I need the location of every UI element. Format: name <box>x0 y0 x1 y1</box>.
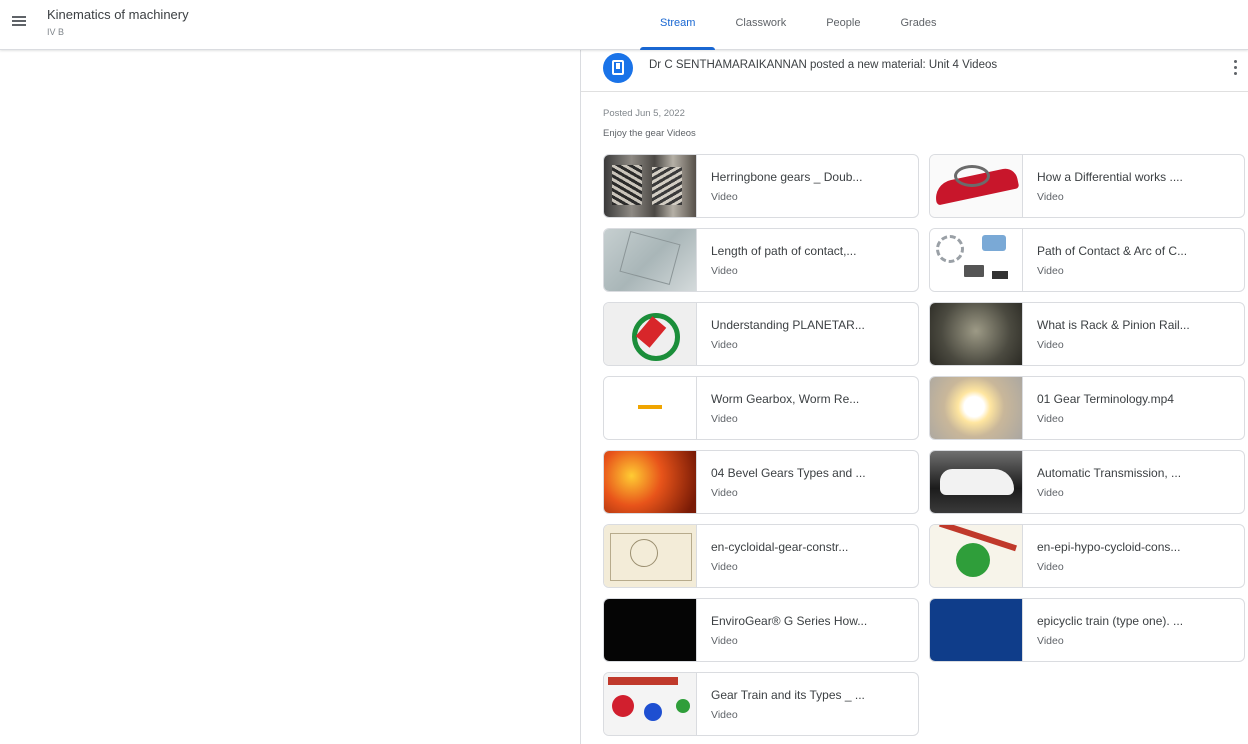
video-thumbnail <box>604 599 697 661</box>
material-title: Gear Train and its Types _ ... <box>711 688 865 702</box>
material-type: Video <box>711 709 738 721</box>
main-menu-icon[interactable] <box>8 10 30 32</box>
material-title: How a Differential works .... <box>1037 170 1183 184</box>
materials-grid: Herringbone gears _ Doub... Video How a D… <box>603 154 1245 738</box>
material-card[interactable]: Length of path of contact,... Video <box>603 228 919 292</box>
video-thumbnail <box>604 525 697 587</box>
material-title: 01 Gear Terminology.mp4 <box>1037 392 1174 406</box>
material-title: Herringbone gears _ Doub... <box>711 170 863 184</box>
material-type: Video <box>711 339 738 351</box>
material-type: Video <box>711 561 738 573</box>
video-thumbnail <box>930 451 1023 513</box>
material-icon <box>603 53 633 83</box>
material-title: Understanding PLANETAR... <box>711 318 865 332</box>
material-type: Video <box>1037 265 1064 277</box>
material-title: epicyclic train (type one). ... <box>1037 614 1184 628</box>
material-type: Video <box>711 487 738 499</box>
video-thumbnail <box>604 303 697 365</box>
video-thumbnail <box>604 377 697 439</box>
material-type: Video <box>711 413 738 425</box>
material-type: Video <box>1037 413 1064 425</box>
material-card[interactable]: 01 Gear Terminology.mp4 Video <box>929 376 1245 440</box>
video-thumbnail <box>604 451 697 513</box>
material-title: Automatic Transmission, ... <box>1037 466 1182 480</box>
material-card[interactable]: Worm Gearbox, Worm Re... Video <box>603 376 919 440</box>
video-thumbnail <box>930 155 1023 217</box>
material-type: Video <box>711 635 738 647</box>
class-section: IV B <box>47 27 65 37</box>
material-card[interactable]: en-cycloidal-gear-constr... Video <box>603 524 919 588</box>
video-thumbnail <box>930 377 1023 439</box>
material-title: Path of Contact & Arc of C... <box>1037 244 1188 258</box>
material-title: Worm Gearbox, Worm Re... <box>711 392 860 406</box>
video-thumbnail <box>930 303 1023 365</box>
material-type: Video <box>1037 339 1064 351</box>
material-type: Video <box>1037 191 1064 203</box>
video-thumbnail <box>604 673 697 735</box>
material-card[interactable]: Gear Train and its Types _ ... Video <box>603 672 919 736</box>
video-thumbnail <box>604 155 697 217</box>
video-thumbnail <box>604 229 697 291</box>
material-card[interactable]: Herringbone gears _ Doub... Video <box>603 154 919 218</box>
class-title[interactable]: Kinematics of machinery <box>47 7 189 22</box>
posted-date: Posted Jun 5, 2022 <box>603 108 685 119</box>
material-title: Length of path of contact,... <box>711 244 857 258</box>
video-thumbnail <box>930 599 1023 661</box>
top-app-bar: Kinematics of machinery IV B Stream Clas… <box>0 0 1248 50</box>
material-card[interactable]: EnviroGear® G Series How... Video <box>603 598 919 662</box>
material-title: EnviroGear® G Series How... <box>711 614 868 628</box>
material-card[interactable]: What is Rack & Pinion Rail... Video <box>929 302 1245 366</box>
class-tabs: Stream Classwork People Grades <box>640 0 957 50</box>
material-type: Video <box>1037 487 1064 499</box>
material-card[interactable]: Understanding PLANETAR... Video <box>603 302 919 366</box>
post-title: Dr C SENTHAMARAIKANNAN posted a new mate… <box>649 59 998 71</box>
material-title: en-epi-hypo-cycloid-cons... <box>1037 540 1181 554</box>
material-type: Video <box>711 265 738 277</box>
tab-grades[interactable]: Grades <box>880 0 956 50</box>
post-description: Enjoy the gear Videos <box>603 128 696 139</box>
video-thumbnail <box>930 229 1023 291</box>
more-options-icon[interactable] <box>1225 56 1245 78</box>
material-title: What is Rack & Pinion Rail... <box>1037 318 1190 332</box>
tab-stream[interactable]: Stream <box>640 0 716 50</box>
material-card[interactable]: en-epi-hypo-cycloid-cons... Video <box>929 524 1245 588</box>
material-card[interactable]: 04 Bevel Gears Types and ... Video <box>603 450 919 514</box>
tab-classwork[interactable]: Classwork <box>715 0 806 50</box>
material-type: Video <box>711 191 738 203</box>
material-type: Video <box>1037 561 1064 573</box>
material-card[interactable]: epicyclic train (type one). ... Video <box>929 598 1245 662</box>
material-type: Video <box>1037 635 1064 647</box>
post-header: Dr C SENTHAMARAIKANNAN posted a new mate… <box>581 50 1248 92</box>
material-card[interactable]: Automatic Transmission, ... Video <box>929 450 1245 514</box>
tab-people[interactable]: People <box>806 0 880 50</box>
material-card[interactable]: Path of Contact & Arc of C... Video <box>929 228 1245 292</box>
stream-post-panel: Dr C SENTHAMARAIKANNAN posted a new mate… <box>580 50 1248 744</box>
video-thumbnail <box>930 525 1023 587</box>
material-title: en-cycloidal-gear-constr... <box>711 540 849 554</box>
material-card[interactable]: How a Differential works .... Video <box>929 154 1245 218</box>
material-title: 04 Bevel Gears Types and ... <box>711 466 866 480</box>
